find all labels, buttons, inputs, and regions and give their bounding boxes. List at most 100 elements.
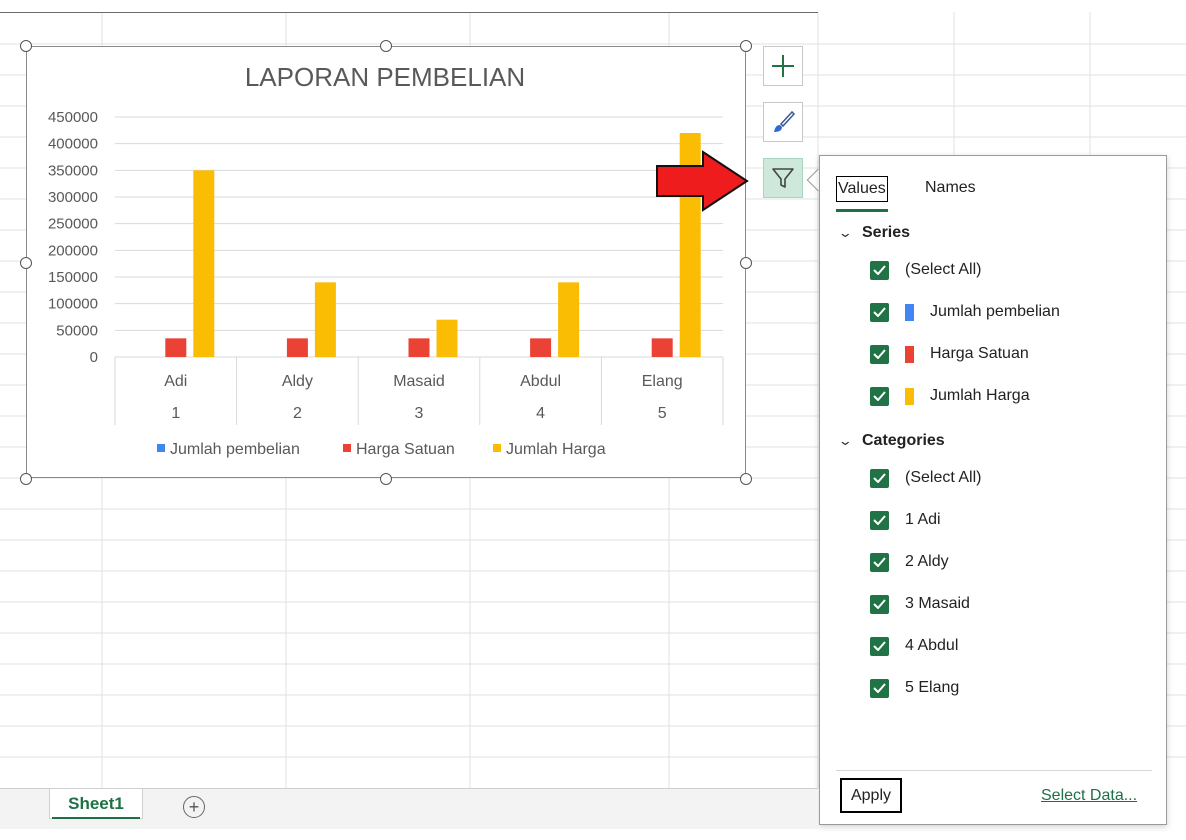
- sheet-tab-bar: Sheet1 +: [0, 788, 818, 829]
- category-label: 5 Elang: [905, 679, 960, 696]
- bar: [558, 282, 580, 357]
- series-color-swatch: [905, 387, 914, 405]
- x-category-number-label: 3: [415, 405, 424, 422]
- x-category-number-label: 4: [536, 405, 545, 422]
- bar: [286, 338, 308, 357]
- y-tick-label: 350000: [48, 162, 98, 179]
- bar: [193, 170, 215, 357]
- category-item-masaid[interactable]: 3 Masaid: [870, 593, 970, 615]
- red-arrow-icon: [656, 150, 749, 212]
- categories-heading: Categories: [862, 432, 945, 449]
- checkbox-checked-icon[interactable]: [870, 468, 889, 488]
- legend-label: Jumlah pembelian: [170, 441, 300, 458]
- x-category-label: Adi: [164, 373, 187, 390]
- x-category-label: Aldy: [282, 373, 313, 390]
- funnel-icon: [772, 168, 794, 188]
- checkbox-checked-icon[interactable]: [870, 386, 889, 406]
- checkbox-checked-icon[interactable]: [870, 678, 889, 698]
- category-item-adi[interactable]: 1 Adi: [870, 509, 941, 531]
- series-item-jumlah-harga[interactable]: Jumlah Harga: [870, 385, 1030, 407]
- chevron-down-icon: ⌄: [837, 225, 853, 240]
- sheet-tab-sheet1[interactable]: Sheet1: [49, 789, 143, 819]
- category-item-elang[interactable]: 5 Elang: [870, 677, 959, 699]
- select-data-link[interactable]: Select Data...: [1041, 787, 1137, 805]
- plus-icon: +: [188, 797, 200, 817]
- chevron-down-icon: ⌄: [837, 433, 853, 448]
- y-tick-label: 50000: [56, 322, 98, 339]
- chart-elements-button[interactable]: [763, 46, 803, 86]
- tab-values[interactable]: Values: [836, 176, 888, 202]
- category-label: 2 Aldy: [905, 553, 949, 570]
- panel-divider: [836, 770, 1152, 771]
- chart-title: LAPORAN PEMBELIAN: [245, 62, 525, 92]
- resize-handle-bottom-center[interactable]: [380, 473, 392, 485]
- bar: [165, 338, 187, 357]
- resize-handle-bottom-right[interactable]: [740, 473, 752, 485]
- apply-button[interactable]: Apply: [840, 778, 902, 813]
- series-color-swatch: [905, 303, 914, 321]
- bar: [436, 319, 458, 357]
- checkbox-checked-icon[interactable]: [870, 302, 889, 322]
- y-tick-label: 100000: [48, 296, 98, 313]
- x-category-number-label: 1: [171, 405, 180, 422]
- y-tick-label: 400000: [48, 136, 98, 153]
- x-category-label: Elang: [642, 373, 683, 390]
- legend-swatch: [493, 444, 501, 452]
- series-select-all[interactable]: (Select All): [870, 259, 981, 281]
- category-label: 3 Masaid: [905, 595, 970, 612]
- y-tick-label: 200000: [48, 242, 98, 259]
- resize-handle-bottom-left[interactable]: [20, 473, 32, 485]
- series-label: Harga Satuan: [930, 345, 1029, 362]
- checkbox-checked-icon[interactable]: [870, 552, 889, 572]
- bar: [530, 338, 552, 357]
- select-all-label: (Select All): [905, 261, 982, 278]
- series-heading: Series: [862, 224, 911, 241]
- checkbox-checked-icon[interactable]: [870, 260, 889, 280]
- series-section-toggle[interactable]: ⌄ Series: [837, 224, 911, 242]
- series-item-jumlah-pembelian[interactable]: Jumlah pembelian: [870, 301, 1060, 323]
- legend-label: Jumlah Harga: [506, 441, 606, 458]
- plus-icon: [772, 55, 794, 77]
- bar: [408, 338, 430, 357]
- resize-handle-top-center[interactable]: [380, 40, 392, 52]
- chart-area[interactable]: LAPORAN PEMBELIAN 450000 400000 350000 30000…: [26, 46, 746, 478]
- checkbox-checked-icon[interactable]: [870, 510, 889, 530]
- active-tab-indicator: [836, 209, 888, 212]
- bar: [314, 282, 336, 357]
- y-tick-label: 450000: [48, 109, 98, 126]
- x-category-number-label: 5: [658, 405, 667, 422]
- header-divider: [0, 12, 818, 13]
- x-category-label: Abdul: [520, 373, 561, 390]
- series-label: Jumlah pembelian: [930, 303, 1060, 320]
- bar: [651, 338, 673, 357]
- chart-styles-button[interactable]: [763, 102, 803, 142]
- series-label: Jumlah Harga: [930, 387, 1030, 404]
- brush-icon: [774, 110, 796, 132]
- active-sheet-indicator: [52, 817, 140, 819]
- tab-names[interactable]: Names: [924, 176, 977, 200]
- resize-handle-top-left[interactable]: [20, 40, 32, 52]
- series-color-swatch: [905, 345, 914, 363]
- select-all-label: (Select All): [905, 469, 982, 486]
- bar-chart: LAPORAN PEMBELIAN45000040000035000030000…: [48, 62, 724, 458]
- resize-handle-middle-left[interactable]: [20, 257, 32, 269]
- add-sheet-button[interactable]: +: [183, 796, 205, 818]
- categories-section-toggle[interactable]: ⌄ Categories: [837, 432, 945, 450]
- category-item-aldy[interactable]: 2 Aldy: [870, 551, 949, 573]
- checkbox-checked-icon[interactable]: [870, 636, 889, 656]
- legend-swatch: [343, 444, 351, 452]
- category-label: 1 Adi: [905, 511, 941, 528]
- y-tick-label: 300000: [48, 189, 98, 206]
- chart-filters-button[interactable]: [763, 158, 803, 198]
- checkbox-checked-icon[interactable]: [870, 594, 889, 614]
- resize-handle-top-right[interactable]: [740, 40, 752, 52]
- y-tick-label: 250000: [48, 216, 98, 233]
- categories-select-all[interactable]: (Select All): [870, 467, 981, 489]
- series-item-harga-satuan[interactable]: Harga Satuan: [870, 343, 1029, 365]
- category-label: 4 Abdul: [905, 637, 959, 654]
- y-tick-label: 0: [90, 349, 98, 366]
- resize-handle-middle-right[interactable]: [740, 257, 752, 269]
- chart-filter-panel: Values Names ⌄ Series (Select All) Jumla…: [819, 155, 1167, 825]
- category-item-abdul[interactable]: 4 Abdul: [870, 635, 958, 657]
- checkbox-checked-icon[interactable]: [870, 344, 889, 364]
